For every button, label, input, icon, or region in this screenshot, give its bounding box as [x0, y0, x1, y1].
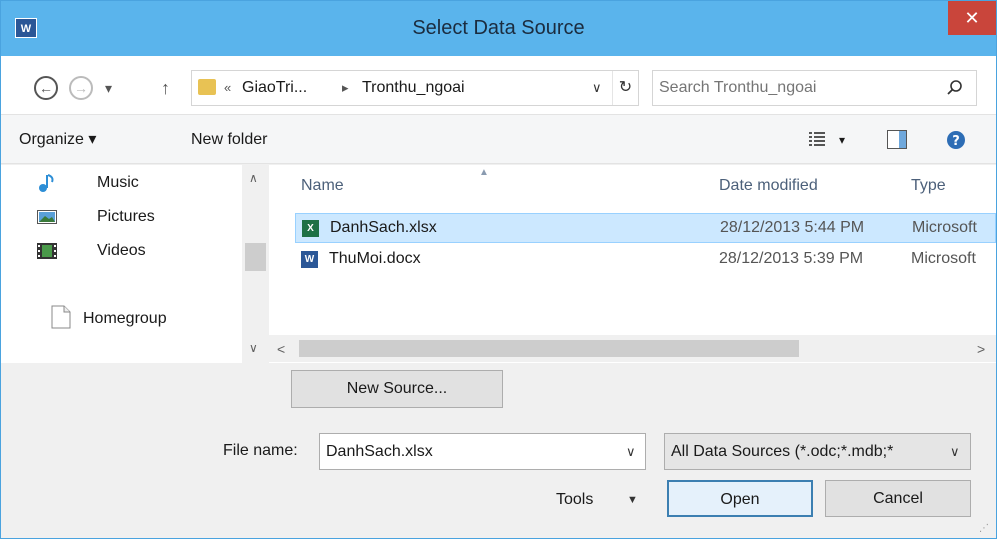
pictures-icon [37, 210, 57, 224]
organize-button[interactable]: Organize ▾ [19, 115, 96, 165]
file-name: DanhSach.xlsx [330, 219, 437, 236]
scrollbar-thumb[interactable] [245, 243, 266, 271]
scroll-left-arrow[interactable]: < [277, 341, 285, 357]
navigation-pane: Music Pictures Videos Homegroup ∧ ∨ [1, 165, 269, 363]
scroll-right-arrow[interactable]: > [977, 341, 985, 357]
forward-button[interactable]: → [69, 76, 93, 100]
scroll-up-arrow[interactable]: ∧ [249, 171, 258, 185]
column-header-type[interactable]: Type [911, 173, 946, 199]
preview-pane-icon[interactable] [887, 130, 907, 149]
breadcrumb-separator[interactable]: ▸ [342, 71, 349, 105]
column-header-name[interactable]: Name [301, 173, 344, 199]
sidebar-item-label: Music [97, 174, 139, 191]
file-list-horizontal-scrollbar[interactable]: < > [269, 335, 996, 362]
file-name-dropdown-button[interactable]: ∨ [626, 434, 636, 469]
resize-grip-icon[interactable]: ⋰ [979, 523, 989, 534]
sidebar-item-label: Homegroup [83, 310, 167, 327]
file-date-modified: 28/12/2013 5:44 PM [720, 219, 865, 236]
search-input[interactable] [659, 75, 929, 101]
breadcrumb-item-giaotri[interactable]: GiaoTri... [242, 71, 307, 105]
tools-dropdown-icon[interactable]: ▼ [627, 487, 638, 513]
videos-icon [37, 243, 57, 259]
file-type: Microsoft [912, 219, 977, 236]
word-file-icon: W [301, 251, 318, 268]
search-box[interactable] [652, 70, 977, 106]
file-name-input[interactable] [326, 439, 616, 465]
back-button[interactable]: ← [34, 76, 58, 100]
file-type: Microsoft [911, 250, 976, 267]
view-dropdown-button[interactable]: ▾ [839, 115, 845, 165]
select-data-source-dialog: W Select Data Source ✕ ← → ▾ ↑ « GiaoTri… [0, 0, 997, 539]
sidebar-item-label: Videos [97, 242, 146, 259]
dialog-title: Select Data Source [412, 17, 585, 39]
cancel-button[interactable]: Cancel [825, 480, 971, 517]
scrollbar-thumb[interactable] [299, 340, 799, 357]
file-list: Name ▲ Date modified Type X DanhSach.xls… [269, 165, 996, 363]
navigation-pane-scrollbar[interactable]: ∧ ∨ [242, 165, 269, 363]
address-bar[interactable]: « GiaoTri... ▸ Tronthu_ngoai ∨ ↻ [191, 70, 639, 106]
excel-file-icon: X [302, 220, 319, 237]
file-name-combobox[interactable]: ∨ [319, 433, 646, 470]
help-icon[interactable]: ? [946, 130, 966, 150]
file-type-dropdown-button[interactable]: ∨ [950, 434, 960, 469]
breadcrumb-item-tronthu-ngoai[interactable]: Tronthu_ngoai [362, 71, 465, 105]
scroll-down-arrow[interactable]: ∨ [249, 341, 258, 355]
tools-menu-button[interactable]: Tools [556, 487, 593, 513]
column-header-date-modified[interactable]: Date modified [719, 173, 818, 199]
refresh-button[interactable]: ↻ [612, 71, 638, 105]
sort-indicator-icon: ▲ [479, 167, 489, 178]
recent-locations-button[interactable]: ▾ [105, 76, 112, 100]
command-toolbar: Organize ▾ New folder ▾ ? [1, 114, 996, 164]
up-level-button[interactable]: ↑ [161, 76, 170, 100]
file-row[interactable]: X DanhSach.xlsx 28/12/2013 5:44 PM Micro… [295, 213, 996, 243]
navigation-bar: ← → ▾ ↑ « GiaoTri... ▸ Tronthu_ngoai ∨ ↻ [1, 56, 996, 114]
close-button[interactable]: ✕ [948, 1, 996, 35]
file-type-filter-value: All Data Sources (*.odc;*.mdb;* [671, 443, 894, 460]
new-source-button[interactable]: New Source... [291, 370, 503, 408]
file-name: ThuMoi.docx [329, 250, 421, 267]
address-dropdown-button[interactable]: ∨ [592, 71, 602, 105]
folder-icon [198, 79, 216, 95]
file-type-filter-select[interactable]: All Data Sources (*.odc;*.mdb;* ∨ [664, 433, 971, 470]
sidebar-item-label: Pictures [97, 208, 155, 225]
view-options-icon[interactable] [809, 132, 825, 146]
breadcrumb-overflow[interactable]: « [224, 71, 231, 105]
open-button[interactable]: Open [667, 480, 813, 517]
svg-text:?: ? [952, 134, 960, 149]
music-icon [39, 174, 54, 192]
file-date-modified: 28/12/2013 5:39 PM [719, 250, 864, 267]
file-name-label: File name: [223, 442, 298, 459]
new-folder-button[interactable]: New folder [191, 115, 267, 165]
homegroup-icon [51, 305, 71, 329]
search-icon[interactable] [945, 78, 965, 98]
title-bar: W Select Data Source ✕ [1, 1, 996, 56]
file-row[interactable]: W ThuMoi.docx 28/12/2013 5:39 PM Microso… [295, 245, 996, 275]
